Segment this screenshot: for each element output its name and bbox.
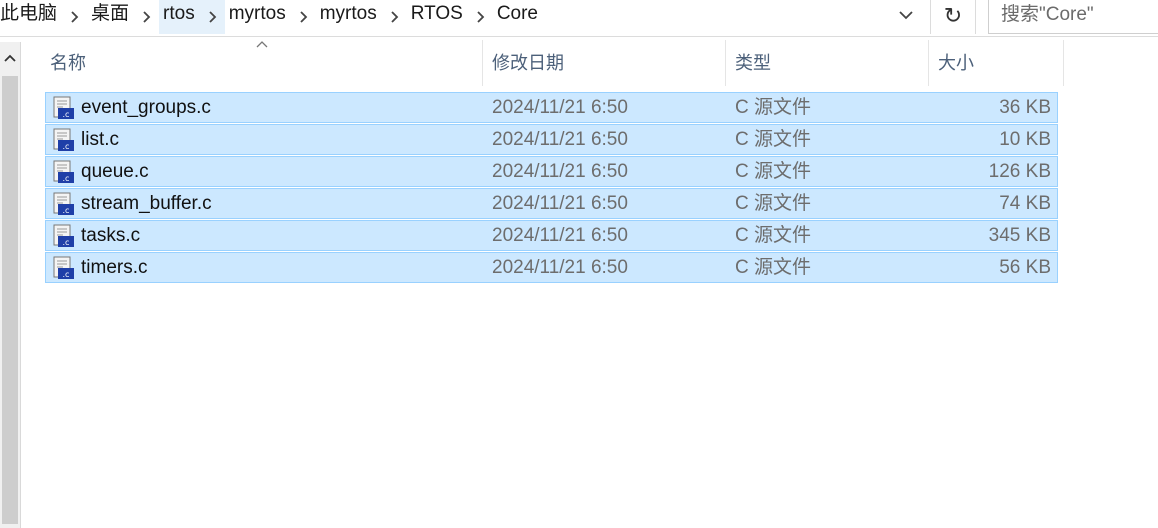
column-divider[interactable] — [725, 40, 726, 86]
file-name[interactable]: tasks.c — [81, 221, 140, 251]
column-header: 名称 修改日期 类型 大小 — [22, 40, 1064, 86]
svg-text:.c: .c — [63, 206, 70, 215]
file-size: 74 KB — [999, 193, 1051, 214]
file-type: C 源文件 — [735, 225, 812, 246]
c-source-file-icon: .c — [53, 224, 74, 247]
file-modified-date: 2024/11/21 6:50 — [492, 129, 628, 150]
file-row[interactable]: .c list.c 2024/11/21 6:50 C 源文件 10 KB — [45, 124, 1058, 155]
file-name[interactable]: stream_buffer.c — [81, 189, 212, 219]
svg-text:.c: .c — [63, 174, 70, 183]
svg-text:.c: .c — [63, 110, 70, 119]
breadcrumb-myrtos-1[interactable]: myrtos — [225, 0, 290, 34]
c-source-file-icon: .c — [53, 96, 74, 119]
c-source-file-icon: .c — [53, 128, 74, 151]
column-header-type[interactable]: 类型 — [729, 40, 927, 86]
address-bar: 此电脑 桌面 rtos myrtos myrtos RTOS Core ↻ — [0, 0, 1158, 37]
c-source-file-icon: .c — [53, 192, 74, 215]
breadcrumb-rtos-upper[interactable]: RTOS — [407, 0, 467, 34]
file-modified-date: 2024/11/21 6:50 — [492, 97, 628, 118]
file-size: 56 KB — [999, 257, 1051, 278]
file-modified-date: 2024/11/21 6:50 — [492, 225, 628, 246]
file-row[interactable]: .c timers.c 2024/11/21 6:50 C 源文件 56 KB — [45, 252, 1058, 283]
column-divider[interactable] — [482, 40, 483, 86]
breadcrumb-separator-icon[interactable] — [381, 0, 407, 34]
column-header-date[interactable]: 修改日期 — [486, 40, 724, 86]
file-size: 345 KB — [988, 225, 1051, 246]
file-size: 36 KB — [999, 97, 1051, 118]
breadcrumb-myrtos-2[interactable]: myrtos — [316, 0, 381, 34]
breadcrumb-separator-icon[interactable] — [198, 0, 225, 34]
file-name[interactable]: list.c — [81, 125, 119, 155]
breadcrumb-core[interactable]: Core — [493, 0, 542, 34]
column-divider[interactable] — [928, 40, 929, 86]
scrollbar-thumb[interactable] — [2, 76, 18, 524]
refresh-icon[interactable]: ↻ — [930, 0, 976, 34]
scroll-up-icon[interactable] — [0, 48, 20, 68]
file-type: C 源文件 — [735, 193, 812, 214]
file-row[interactable]: .c event_groups.c 2024/11/21 6:50 C 源文件 … — [45, 92, 1058, 123]
file-type: C 源文件 — [735, 129, 812, 150]
column-divider[interactable] — [1063, 40, 1064, 86]
breadcrumb[interactable]: 此电脑 桌面 rtos myrtos myrtos RTOS Core — [0, 0, 890, 34]
file-list: .c event_groups.c 2024/11/21 6:50 C 源文件 … — [45, 92, 1058, 284]
file-name[interactable]: event_groups.c — [81, 93, 211, 123]
c-source-file-icon: .c — [53, 160, 74, 183]
file-row[interactable]: .c stream_buffer.c 2024/11/21 6:50 C 源文件… — [45, 188, 1058, 219]
breadcrumb-separator-icon[interactable] — [61, 0, 87, 34]
breadcrumb-rtos[interactable]: rtos — [159, 0, 199, 34]
file-type: C 源文件 — [735, 161, 812, 182]
file-modified-date: 2024/11/21 6:50 — [492, 193, 628, 214]
file-type: C 源文件 — [735, 257, 812, 278]
file-name[interactable]: queue.c — [81, 157, 149, 187]
file-type: C 源文件 — [735, 97, 812, 118]
file-name[interactable]: timers.c — [81, 253, 148, 283]
column-header-name[interactable]: 名称 — [44, 40, 482, 86]
column-header-size[interactable]: 大小 — [932, 40, 1062, 86]
svg-text:.c: .c — [63, 270, 70, 279]
file-modified-date: 2024/11/21 6:50 — [492, 257, 628, 278]
breadcrumb-separator-icon[interactable] — [133, 0, 159, 34]
file-modified-date: 2024/11/21 6:50 — [492, 161, 628, 182]
search-input[interactable] — [999, 3, 1158, 27]
file-size: 126 KB — [988, 161, 1051, 182]
svg-text:.c: .c — [63, 238, 70, 247]
file-row[interactable]: .c tasks.c 2024/11/21 6:50 C 源文件 345 KB — [45, 220, 1058, 251]
svg-text:.c: .c — [63, 142, 70, 151]
c-source-file-icon: .c — [53, 256, 74, 279]
breadcrumb-desktop[interactable]: 桌面 — [87, 0, 133, 34]
nav-pane-scrollbar[interactable] — [0, 42, 21, 528]
breadcrumb-this-pc[interactable]: 此电脑 — [0, 0, 61, 34]
chevron-down-icon[interactable] — [891, 4, 921, 26]
search-box[interactable] — [988, 0, 1158, 34]
file-row[interactable]: .c queue.c 2024/11/21 6:50 C 源文件 126 KB — [45, 156, 1058, 187]
breadcrumb-separator-icon[interactable] — [290, 0, 316, 34]
breadcrumb-separator-icon[interactable] — [467, 0, 493, 34]
file-size: 10 KB — [999, 129, 1051, 150]
